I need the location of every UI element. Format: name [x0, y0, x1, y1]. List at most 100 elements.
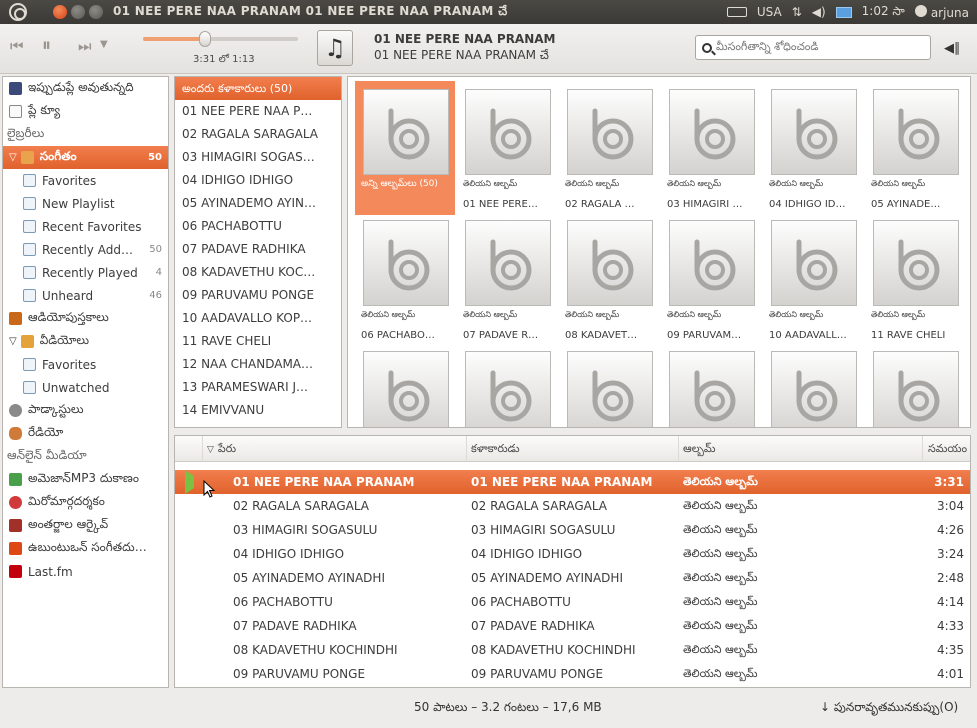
column-name-header[interactable]: ▽ పేరు [203, 436, 467, 462]
album-item[interactable] [559, 343, 659, 427]
album-item[interactable]: తెలియని ఆల్బమ్ 10 AADAVALL… [763, 212, 863, 346]
album-item[interactable] [661, 343, 761, 427]
clock[interactable]: 1:02 సా [862, 4, 905, 21]
sidebar-item[interactable]: Unheard 46 [3, 284, 168, 307]
album-item[interactable]: తెలియని ఆల్బమ్ 06 PACHABO… [355, 212, 455, 346]
sidebar-item[interactable]: New Playlist [3, 192, 168, 215]
artist-item[interactable]: 08 KADAVETHU KOC… [175, 261, 341, 284]
seek-handle[interactable] [198, 31, 211, 47]
artist-item[interactable]: 13 PARAMESWARI J… [175, 376, 341, 399]
album-item[interactable]: తెలియని ఆల్బమ్ 04 IDHIGO ID… [763, 81, 863, 215]
album-artist: 02 RAGALA … [565, 199, 635, 210]
seek-slider[interactable] [143, 31, 298, 47]
mail-icon[interactable] [835, 6, 852, 18]
artist-item[interactable]: 07 PADAVE RADHIKA [175, 238, 341, 261]
track-duration: 3:31 [934, 475, 964, 489]
previous-track-button[interactable]: ⏮ [10, 37, 24, 55]
pause-button[interactable]: ⏸ [42, 35, 51, 56]
artist-item[interactable]: 02 RAGALA SARAGALA [175, 123, 341, 146]
album-item[interactable]: తెలియని ఆల్బమ్ 07 PADAVE R… [457, 212, 557, 346]
track-artist: 02 RAGALA SARAGALA [471, 499, 608, 513]
maximize-window-button[interactable] [89, 5, 103, 19]
sidebar-item[interactable]: Last.fm [3, 560, 168, 583]
user-menu[interactable]: arjuna [914, 4, 969, 20]
album-all[interactable]: అన్ని ఆల్బమ్‌లు (50) [355, 81, 455, 215]
next-track-button[interactable]: ⏭ [78, 37, 92, 55]
track-row[interactable]: 06 PACHABOTTU 06 PACHABOTTU తెలియని ఆల్బమ్… [175, 590, 970, 614]
close-window-button[interactable] [53, 5, 67, 19]
artist-item[interactable]: 04 IDHIGO IDHIGO [175, 169, 341, 192]
album-item[interactable] [457, 343, 557, 427]
album-item[interactable]: తెలియని ఆల్బమ్ 03 HIMAGIRI … [661, 81, 761, 215]
artist-item[interactable]: 03 HIMAGIRI SOGAS… [175, 146, 341, 169]
sidebar-item[interactable]: అమెజాన్MP3 దుకాణం [3, 468, 168, 491]
cover-art-music-icon[interactable]: ♫ [317, 30, 353, 66]
sidebar-item[interactable]: ▽ వీడియోలు [3, 330, 168, 353]
column-album-header[interactable]: ఆల్బమ్ [679, 436, 923, 462]
track-row[interactable]: 05 AYINADEMO AYINADHI 05 AYINADEMO AYINAD… [175, 566, 970, 590]
expander-chevron-down-icon[interactable]: ▽ [9, 152, 17, 163]
track-row[interactable]: 04 IDHIGO IDHIGO 04 IDHIGO IDHIGO తెలియని … [175, 542, 970, 566]
network-icon[interactable]: ⇅ [792, 5, 802, 19]
album-item[interactable]: తెలియని ఆల్బమ్ 02 RAGALA … [559, 81, 659, 215]
artist-item[interactable]: 14 EMIVVANU [175, 399, 341, 422]
track-row[interactable]: 01 NEE PERE NAA PRANAM 01 NEE PERE NAA PR… [175, 470, 970, 494]
sidebar-item[interactable]: ▽ సంగీతం 50 [3, 146, 168, 169]
sidebar-item[interactable]: Favorites [3, 353, 168, 376]
artist-item[interactable]: 10 AADAVALLO KOP… [175, 307, 341, 330]
artist-item[interactable]: 09 PARUVAMU PONGE [175, 284, 341, 307]
sidebar-item[interactable]: Favorites [3, 169, 168, 192]
artist-item[interactable]: 01 NEE PERE NAA P… [175, 100, 341, 123]
track-duration: 4:01 [937, 667, 964, 681]
album-item[interactable]: తెలియని ఆల్బమ్ 11 RAVE CHELI [865, 212, 965, 346]
album-item[interactable]: తెలియని ఆల్బమ్ 08 KADAVET… [559, 212, 659, 346]
repeat-button[interactable]: ↓ పునరావృతమునకుప్పు(O) [820, 700, 958, 717]
artist-item[interactable]: 06 PACHABOTTU [175, 215, 341, 238]
sidebar-item[interactable]: ఆడియోపుస్తకాలు [3, 307, 168, 330]
album-item[interactable]: తెలియని ఆల్బమ్ 09 PARUVAM… [661, 212, 761, 346]
sidebar-item-count: 4 [155, 267, 162, 278]
volume-icon[interactable]: ◀) [812, 5, 826, 19]
artist-item[interactable]: 11 RAVE CHELI [175, 330, 341, 353]
track-row[interactable]: 09 PARUVAMU PONGE 09 PARUVAMU PONGE తెలియన… [175, 662, 970, 686]
sidebar-item[interactable]: Recently Played 4 [3, 261, 168, 284]
album-item[interactable]: తెలియని ఆల్బమ్ 05 AYINADE… [865, 81, 965, 215]
sidebar-item[interactable]: Recent Favorites [3, 215, 168, 238]
track-artist: 01 NEE PERE NAA PRANAM [471, 475, 653, 489]
artist-item[interactable]: 05 AYINADEMO AYIN… [175, 192, 341, 215]
track-row[interactable]: 02 RAGALA SARAGALA 02 RAGALA SARAGALA తెలి… [175, 494, 970, 518]
sidebar-item[interactable]: ఉబుంటుఒన్ సంగీతదు… [3, 537, 168, 560]
ubuntu-logo-icon[interactable] [9, 3, 27, 21]
album-item[interactable] [763, 343, 863, 427]
keyboard-icon[interactable] [726, 7, 747, 17]
search-input[interactable]: మీసంగీతాన్ని శోధించండి [695, 35, 931, 60]
sidebar-item[interactable]: రేడియో [3, 422, 168, 445]
volume-button-icon[interactable]: ◀∥ [944, 41, 961, 56]
artist-all[interactable]: అందరు కళాకారులు (50) [175, 77, 341, 100]
sidebar-item[interactable]: అంతర్జాల ఆర్కైవ్ [3, 514, 168, 537]
sidebar-item[interactable]: మిరోమార్గదర్శకం [3, 491, 168, 514]
album-cover-icon [669, 351, 755, 427]
track-row[interactable]: 07 PADAVE RADHIKA 07 PADAVE RADHIKA తెలియన… [175, 614, 970, 638]
track-artist: 08 KADAVETHU KOCHINDHI [471, 643, 636, 657]
next-menu-chevron-icon[interactable]: ▼ [100, 39, 108, 50]
track-name: 09 PARUVAMU PONGE [233, 667, 366, 681]
album-item[interactable] [355, 343, 455, 427]
sidebar-item[interactable]: ఇప్పుడుప్లే అవుతున్నది [3, 77, 168, 100]
column-indicator-header[interactable] [175, 436, 203, 462]
sidebar-item[interactable]: ప్లే క్యూ [3, 100, 168, 123]
track-row[interactable]: 03 HIMAGIRI SOGASULU 03 HIMAGIRI SOGASULU… [175, 518, 970, 542]
album-item[interactable]: తెలియని ఆల్బమ్ 01 NEE PERE… [457, 81, 557, 215]
minimize-window-button[interactable] [71, 5, 85, 19]
album-item[interactable] [865, 343, 965, 427]
sidebar-item[interactable]: Recently Add… 50 [3, 238, 168, 261]
track-row[interactable]: 08 KADAVETHU KOCHINDHI 08 KADAVETHU KOCHI… [175, 638, 970, 662]
expander-chevron-down-icon[interactable]: ▽ [9, 336, 17, 347]
sidebar-item[interactable]: Unwatched [3, 376, 168, 399]
sidebar-item-label: ఇప్పుడుప్లే అవుతున్నది [28, 80, 134, 94]
column-artist-header[interactable]: కళాకారుడు [467, 436, 679, 462]
keyboard-layout[interactable]: USA [757, 5, 782, 19]
sidebar-item[interactable]: పాడ్కాస్టులు [3, 399, 168, 422]
column-time-header[interactable]: సమయం [923, 436, 970, 462]
artist-item[interactable]: 12 NAA CHANDAMA… [175, 353, 341, 376]
